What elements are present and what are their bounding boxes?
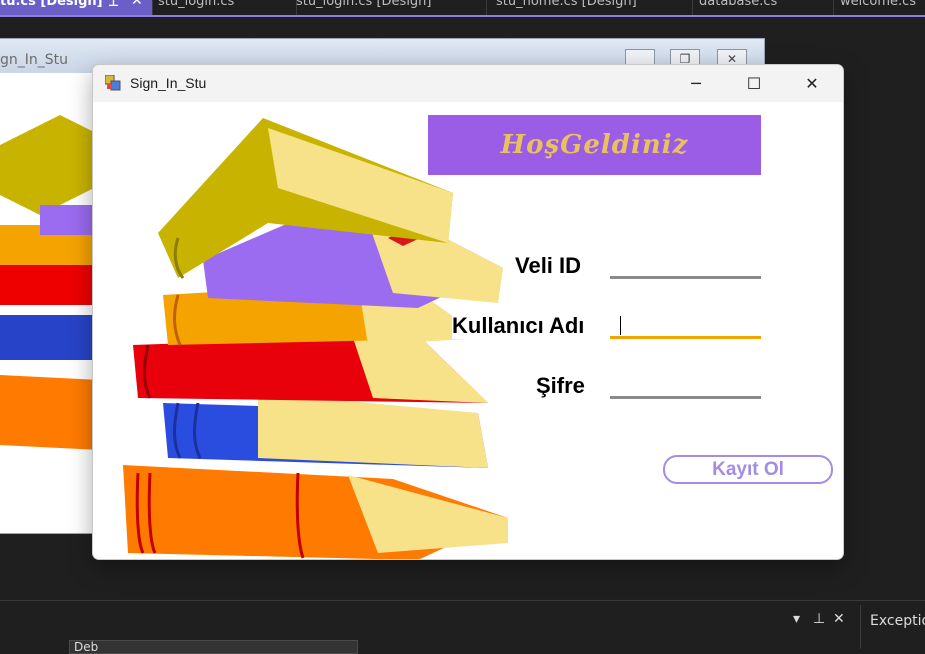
- tab-stu-home-design[interactable]: stu_home.cs [Design]: [488, 0, 693, 15]
- tab-stu-login-design[interactable]: stu_login.cs [Design]: [290, 0, 487, 15]
- tab-active-design[interactable]: tu.cs [Design] ⊥ ✕: [0, 0, 153, 15]
- books-image-partial: [0, 115, 100, 450]
- exceptions-label: Exceptio: [870, 613, 925, 629]
- veli-id-input[interactable]: [610, 276, 761, 279]
- pin-panel-icon[interactable]: ⊥: [813, 611, 825, 627]
- kullanici-adi-input[interactable]: [610, 336, 761, 339]
- tab-stu-login[interactable]: stu_login.cs: [152, 0, 297, 15]
- close-panel-icon[interactable]: ✕: [833, 611, 845, 627]
- app-icon: [105, 75, 121, 91]
- ide-tab-strip: tu.cs [Design] ⊥ ✕ stu_login.cs stu_logi…: [0, 0, 925, 17]
- debug-combo[interactable]: Deb: [69, 640, 358, 654]
- tab-welcome[interactable]: welcome.cs: [834, 0, 925, 15]
- designer-form-title: gn_In_Stu: [0, 52, 69, 68]
- exceptions-panel: Exceptio: [860, 605, 925, 649]
- minimize-icon[interactable]: ─: [667, 65, 725, 102]
- kullanici-adi-label: Kullanıcı Adı: [452, 313, 585, 339]
- close-tab-icon[interactable]: ✕: [131, 0, 143, 8]
- dialog-title: Sign_In_Stu: [130, 75, 207, 91]
- register-button[interactable]: Kayıt Ol: [663, 455, 833, 484]
- welcome-text: HoşGeldiniz: [500, 130, 689, 160]
- close-icon[interactable]: ✕: [783, 65, 841, 102]
- sifre-label: Şifre: [536, 373, 585, 399]
- ide-bottom-panel: ▾ ⊥ ✕ Deb: [0, 600, 925, 654]
- maximize-icon[interactable]: ☐: [725, 65, 783, 102]
- veli-id-label: Veli ID: [515, 253, 582, 279]
- dialog-titlebar: Sign_In_Stu ─ ☐ ✕: [93, 65, 843, 102]
- tab-database[interactable]: database.cs: [692, 0, 834, 15]
- text-caret: [620, 316, 621, 335]
- sign-in-dialog: Sign_In_Stu ─ ☐ ✕ HoşGeldiniz Veli ID Ku…: [93, 65, 843, 559]
- dropdown-arrow-icon[interactable]: ▾: [793, 611, 800, 627]
- sifre-input[interactable]: [610, 396, 761, 399]
- welcome-banner: HoşGeldiniz: [428, 115, 761, 175]
- pin-icon[interactable]: ⊥: [108, 0, 119, 8]
